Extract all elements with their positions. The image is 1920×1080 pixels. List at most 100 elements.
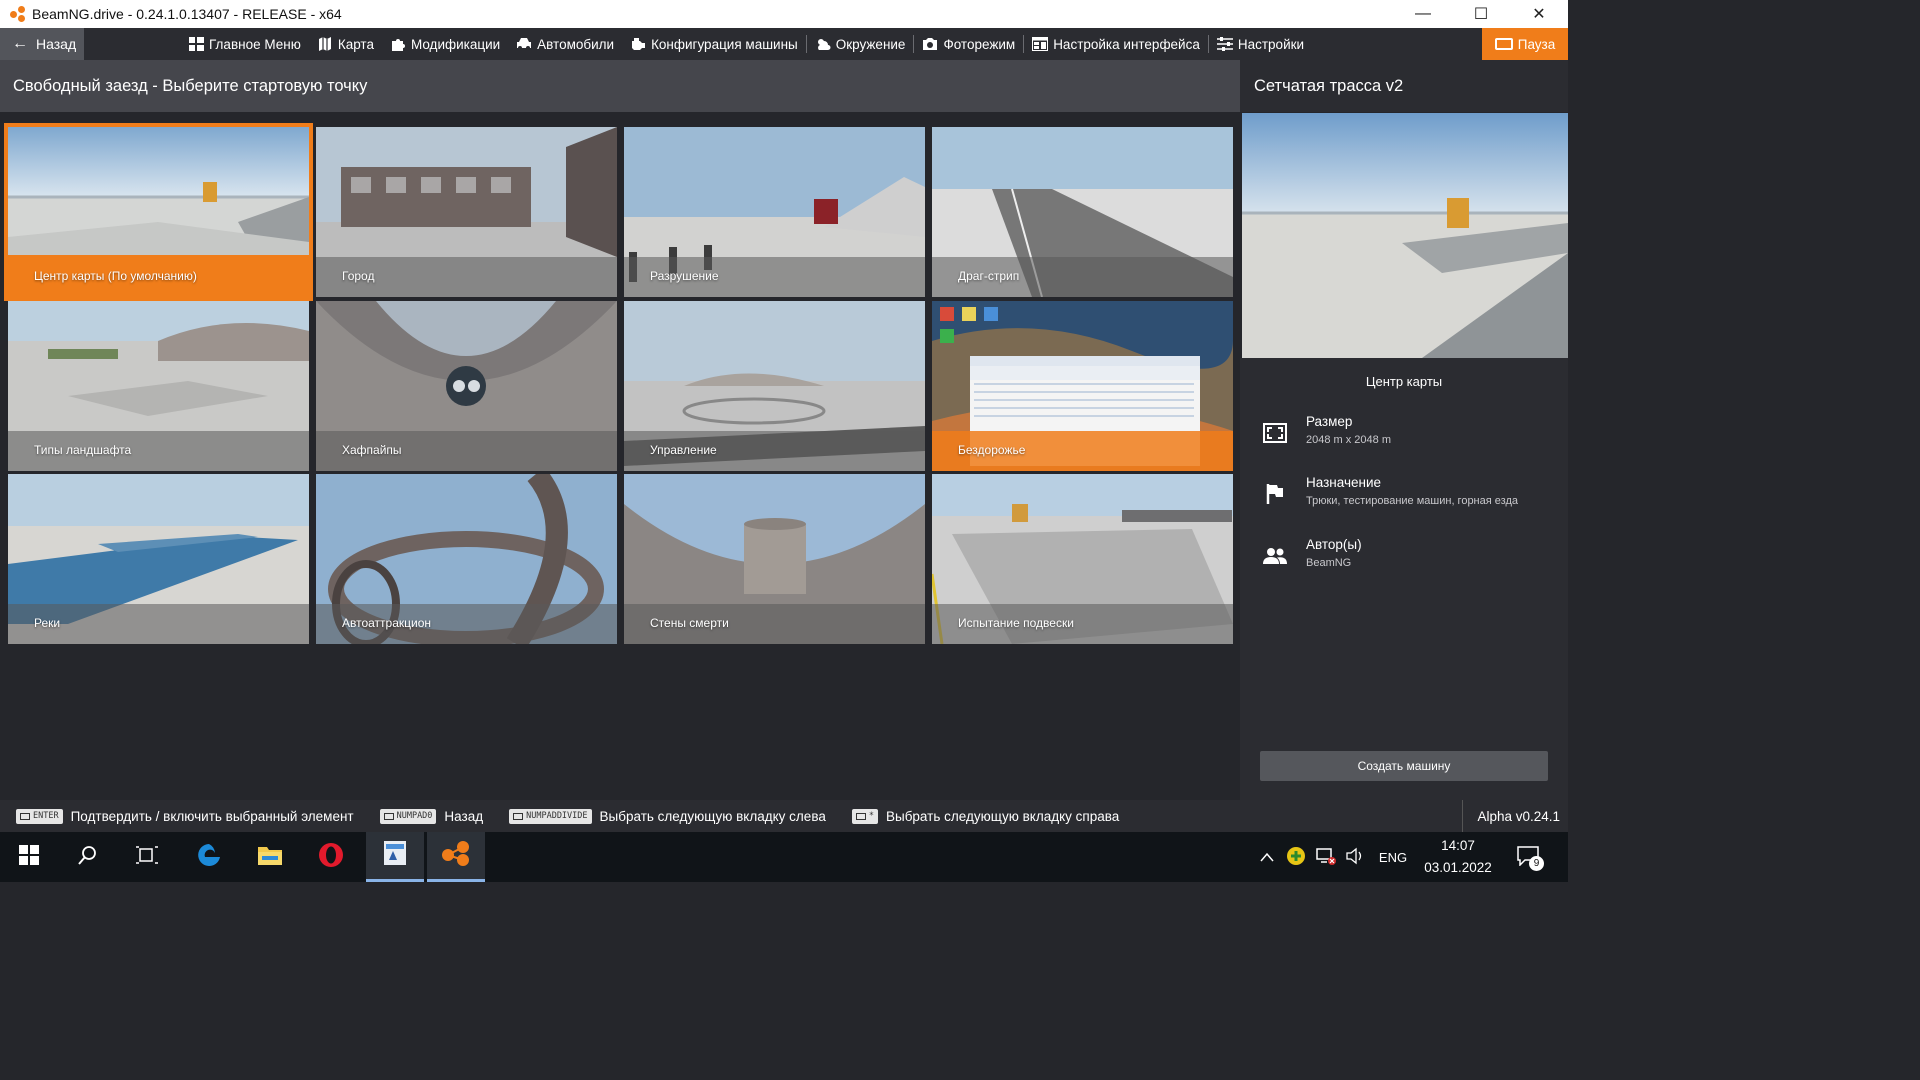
puzzle-icon (390, 37, 406, 51)
spawn-tile-label: Реки (34, 616, 61, 630)
clock-date: 03.01.2022 (1424, 860, 1492, 875)
spawn-tile-halfpipes[interactable]: Хафпайпы (316, 301, 617, 471)
spawn-tile-terrain-types[interactable]: Типы ландшафта (8, 301, 309, 471)
spawn-tile-label: Город (342, 269, 375, 283)
info-size: Размер 2048 m x 2048 m (1258, 414, 1558, 454)
tray-network-button[interactable] (1314, 832, 1338, 882)
taskbar-file-explorer[interactable] (241, 832, 299, 882)
selected-spawn-name: Центр карты (1365, 374, 1443, 389)
spawn-tile-label: Бездорожье (958, 443, 1026, 457)
spawn-tile-walls-of-death[interactable]: Стены смерти (624, 474, 925, 644)
folder-icon (257, 844, 283, 871)
menu-item-environment[interactable]: Окружение (807, 28, 914, 60)
taskbar-beamng[interactable] (427, 832, 485, 882)
back-button[interactable]: ← Назад (0, 28, 84, 60)
sliders-icon (1216, 37, 1233, 51)
taskbar-search-button[interactable] (59, 832, 117, 882)
spawn-tile-attraction[interactable]: Автоаттракцион (316, 474, 617, 644)
tray-app-icon[interactable] (1284, 832, 1308, 882)
hint-text: Подтвердить / включить выбранный элемент (70, 808, 354, 824)
spawn-tile-offroad[interactable]: Бездорожье (932, 301, 1233, 471)
spawn-tile-city[interactable]: Город (316, 127, 617, 297)
keyboard-icon (383, 812, 394, 820)
hint-back: NUMPAD0 Назад (379, 808, 484, 824)
spawn-tile-label: Драг-стрип (958, 269, 1020, 283)
menu-item-vehicle-config[interactable]: Конфигурация машины (622, 28, 806, 60)
top-menu-bar: ← Назад Главное Меню Карта Модификации А… (0, 28, 1568, 60)
spawn-tile-label: Разрушение (650, 269, 719, 283)
close-button[interactable]: ✕ (1510, 0, 1568, 28)
authors-value: BeamNG (1306, 557, 1352, 569)
camera-icon (922, 37, 938, 51)
taskbar-app[interactable] (366, 832, 424, 882)
task-view-button[interactable] (118, 832, 176, 882)
menu-item-map[interactable]: Карта (309, 28, 382, 60)
authors-label: Автор(ы) (1306, 537, 1362, 552)
minimize-button[interactable]: — (1394, 0, 1452, 28)
spawn-tile-drag-strip[interactable]: Драг-стрип (932, 127, 1233, 297)
ui-layout-icon (1032, 37, 1049, 51)
pause-button[interactable]: Пауза (1482, 28, 1568, 60)
notification-icon: 9 (1517, 844, 1544, 871)
windows-logo-icon (19, 844, 39, 870)
start-button[interactable] (0, 832, 58, 882)
spawn-tile-label: Центр карты (По умолчанию) (34, 269, 197, 283)
flag-icon (1262, 481, 1288, 507)
task-view-icon (136, 845, 158, 870)
menu-item-photo-mode[interactable]: Фоторежим (914, 28, 1023, 60)
menu-item-label: Окружение (835, 36, 906, 52)
antivirus-icon (1286, 846, 1306, 869)
spawn-point-grid: Центр карты (По умолчанию) Город Разруше… (0, 112, 1240, 800)
menu-item-mods[interactable]: Модификации (382, 28, 508, 60)
version-label: Alpha v0.24.1 (1462, 800, 1560, 832)
window-title: BeamNG.drive - 0.24.1.0.13407 - RELEASE … (32, 6, 342, 22)
size-label: Размер (1306, 414, 1353, 429)
beamng-app-icon (10, 6, 26, 22)
spawn-tile-destruction[interactable]: Разрушение (624, 127, 925, 297)
menu-item-label: Конфигурация машины (651, 36, 798, 52)
spawn-tile-handling[interactable]: Управление (624, 301, 925, 471)
search-icon (78, 845, 98, 870)
maximize-button[interactable]: ☐ (1452, 0, 1510, 28)
info-purpose: Назначение Трюки, тестирование машин, го… (1258, 475, 1558, 515)
document-app-icon (383, 840, 407, 871)
taskbar-opera[interactable] (302, 832, 360, 882)
tray-language[interactable]: ENG (1374, 832, 1412, 882)
key-badge: NUMPAD0 (379, 808, 437, 824)
people-icon (1262, 543, 1288, 569)
engine-icon (630, 37, 646, 51)
menu-item-label: Настройка интерфейса (1053, 36, 1200, 52)
menu-item-label: Модификации (410, 36, 501, 52)
key-badge: * (851, 808, 878, 824)
spawn-tile-label: Управление (650, 443, 717, 457)
spawn-tile-label: Автоаттракцион (342, 616, 432, 630)
menu-item-vehicles[interactable]: Автомобили (508, 28, 622, 60)
action-center-button[interactable]: 9 (1510, 832, 1550, 882)
arrow-left-icon: ← (12, 35, 28, 52)
tray-clock[interactable]: 14:07 03.01.2022 (1418, 832, 1498, 882)
menu-item-label: Фоторежим (943, 36, 1016, 52)
taskbar-edge[interactable] (180, 832, 238, 882)
spawn-tile-label: Хафпайпы (342, 443, 402, 457)
create-vehicle-button[interactable]: Создать машину (1260, 751, 1548, 781)
expand-size-icon (1262, 420, 1288, 446)
tray-volume-button[interactable] (1344, 832, 1366, 882)
tray-overflow-button[interactable] (1256, 832, 1278, 882)
spawn-tile-suspension-test[interactable]: Испытание подвески (932, 474, 1233, 644)
level-info-panel: Центр карты Размер 2048 m x 2048 m Назна… (1240, 358, 1568, 800)
menu-item-ui-apps[interactable]: Настройка интерфейса (1024, 28, 1208, 60)
controls-hint-bar: ENTER Подтвердить / включить выбранный э… (0, 800, 1568, 832)
windows-taskbar: ENG 14:07 03.01.2022 9 (0, 832, 1568, 882)
clock-time: 14:07 (1441, 838, 1475, 853)
car-icon (516, 37, 532, 51)
spawn-tile-rivers[interactable]: Реки (8, 474, 309, 644)
home-grid-icon (188, 37, 204, 51)
spawn-tile-map-center[interactable]: Центр карты (По умолчанию) (4, 123, 313, 301)
menu-item-settings[interactable]: Настройки (1209, 28, 1312, 60)
page-title: Свободный заезд - Выберите стартовую точ… (0, 60, 1240, 112)
hint-text: Назад (444, 808, 484, 824)
keyboard-icon (855, 812, 866, 820)
pause-icon (1494, 38, 1513, 50)
menu-item-main-menu[interactable]: Главное Меню (180, 28, 309, 60)
spawn-tile-label: Испытание подвески (958, 616, 1074, 630)
